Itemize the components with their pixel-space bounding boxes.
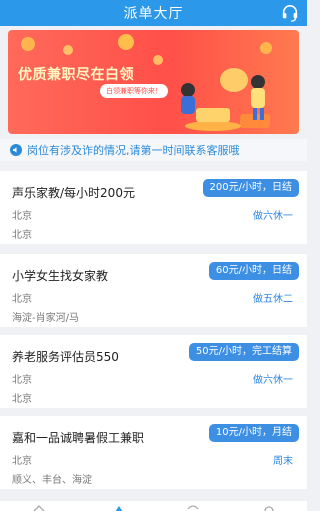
job-schedule: 做六休一 bbox=[253, 211, 293, 222]
job-city: 北京 bbox=[12, 375, 32, 386]
job-card[interactable]: 嘉和一品诚聘暑假工兼职 10元/小时，月结 北京 顺义、丰台、海淀 周末 bbox=[0, 416, 307, 489]
home-icon[interactable] bbox=[32, 503, 46, 511]
headset-icon[interactable] bbox=[281, 4, 299, 22]
speaker-icon bbox=[10, 144, 22, 156]
message-icon[interactable] bbox=[186, 503, 200, 511]
job-area: 顺义、丰台、海淀 bbox=[12, 475, 92, 486]
job-title: 声乐家教/每小时200元 bbox=[12, 186, 135, 200]
page-title: 派单大厅 bbox=[123, 6, 184, 22]
bottom-tab-bar bbox=[0, 501, 307, 511]
salary-badge: 10元/小时，月结 bbox=[208, 424, 299, 442]
job-city: 北京 bbox=[12, 456, 32, 467]
job-city: 北京 bbox=[12, 211, 32, 222]
notice-bar: 岗位有涉及诈的情况,请第一时间联系客服哦 bbox=[0, 139, 307, 161]
promo-banner[interactable]: 优质兼职尽在白领 白领兼职等你来！ bbox=[8, 30, 299, 134]
job-area: 海淀-肖家河/马 bbox=[12, 313, 79, 324]
job-title: 小学女生找女家教 bbox=[12, 269, 109, 283]
job-card[interactable]: 声乐家教/每小时200元 200元/小时，日结 北京 北京 做六休一 bbox=[0, 171, 307, 244]
job-city: 北京 bbox=[12, 294, 32, 305]
job-card[interactable]: 小学女生找女家教 60元/小时，日结 北京 海淀-肖家河/马 做五休二 bbox=[0, 254, 307, 327]
job-title: 养老服务评估员550 bbox=[12, 350, 119, 364]
job-area: 北京 bbox=[12, 394, 32, 405]
profile-icon[interactable] bbox=[262, 503, 276, 511]
salary-badge: 200元/小时，日结 bbox=[202, 179, 299, 197]
job-area: 北京 bbox=[12, 230, 32, 241]
job-card[interactable]: 养老服务评估员550 50元/小时，完工结算 北京 北京 做六休一 bbox=[0, 335, 307, 408]
salary-badge: 50元/小时，完工结算 bbox=[188, 343, 299, 361]
notice-text: 岗位有涉及诈的情况,请第一时间联系客服哦 bbox=[27, 144, 240, 157]
job-schedule: 做六休一 bbox=[253, 375, 293, 386]
banner-pill: 白领兼职等你来！ bbox=[100, 84, 168, 98]
hall-icon[interactable] bbox=[112, 503, 126, 511]
job-schedule: 周末 bbox=[273, 456, 293, 467]
job-title: 嘉和一品诚聘暑假工兼职 bbox=[12, 431, 145, 445]
app-header: 派单大厅 bbox=[0, 0, 307, 26]
banner-headline: 优质兼职尽在白领 bbox=[18, 67, 134, 83]
salary-badge: 60元/小时，日结 bbox=[208, 262, 299, 280]
job-schedule: 做五休二 bbox=[253, 294, 293, 305]
